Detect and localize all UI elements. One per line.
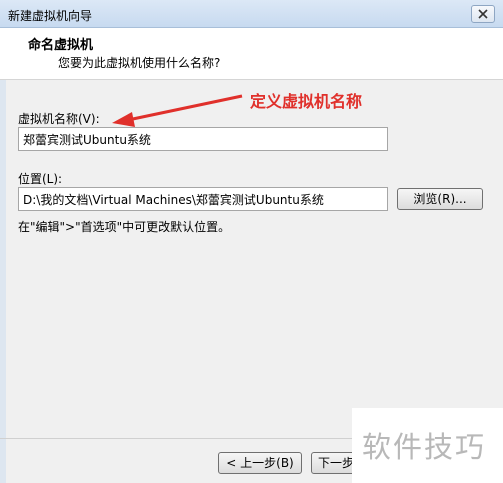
wizard-window: 新建虚拟机向导 命名虚拟机 您要为此虚拟机使用什么名称? 虚拟机名称(V): 郑… <box>0 0 503 483</box>
back-button[interactable]: < 上一步(B) <box>218 452 302 474</box>
watermark-text: 软件技巧 <box>362 430 487 464</box>
annotation-text: 定义虚拟机名称 <box>250 92 363 111</box>
